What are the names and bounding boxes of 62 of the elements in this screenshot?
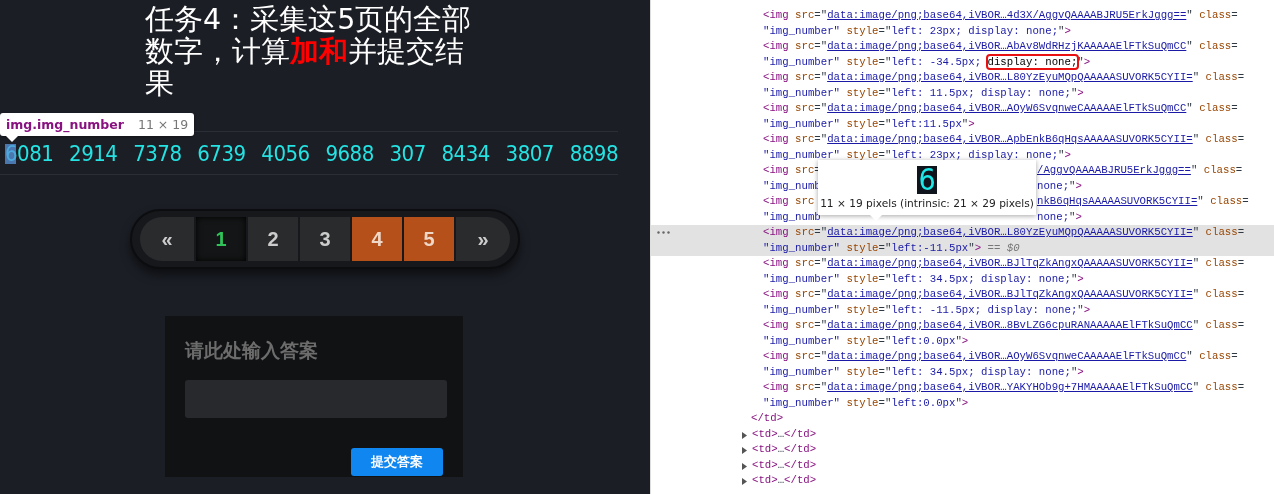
number-text: 7378 — [133, 140, 182, 166]
code-line: /AggvQAAAABJRU5ErkJggg==" class= — [1037, 163, 1243, 178]
code-line: <img src="data:image/png;base64,iVBOR…AOyW6SvqnweCAAAAAElFTkSuQmCC" class= — [763, 349, 1238, 364]
expand-triangle-icon[interactable] — [741, 462, 748, 470]
answer-title: 请此处输入答案 — [185, 338, 319, 363]
code-line: "img_number" style="left: -34.5px; display: none;"> — [763, 54, 1091, 70]
code-line: none;"> — [1037, 209, 1082, 225]
page-button[interactable]: 2 — [248, 217, 298, 261]
number-text: 4056 — [261, 140, 310, 166]
page-button[interactable]: 4 — [352, 217, 402, 261]
code-line: <img src="data:image/png;base64,iVBOR…YAKYHOb9g+7HMAAAAAElFTkSuQmCC" class= — [763, 380, 1245, 395]
number-text: 8898 — [569, 140, 618, 166]
page-button[interactable]: 5 — [404, 217, 454, 261]
expand-triangle-icon[interactable] — [741, 431, 748, 439]
code-line: "img_number" style="left: 23px; display: none;"> — [763, 23, 1071, 39]
code-line: <img src="data:image/png;base64,iVBOR…4d3X/AggvQAAAABJRU5ErkJggg==" class= — [763, 8, 1238, 23]
code-line: <td>…</td> — [752, 426, 817, 442]
code-line: <td>…</td> — [752, 457, 817, 473]
code-line: "img_number" style="left: 34.5px; display: none;"> — [763, 364, 1084, 380]
number-text: 2914 — [69, 140, 118, 166]
submit-button[interactable]: 提交答案 — [351, 448, 443, 476]
image-size-caption: 11 × 19 pixels (intrinsic: 21 × 29 pixels) — [820, 197, 1034, 209]
code-line: </td> — [751, 411, 784, 426]
code-line: "img_number" style="left: -11.5px; display: none;"> — [763, 302, 1091, 318]
more-icon[interactable] — [657, 231, 670, 234]
digit-preview: 6 — [917, 166, 937, 194]
number-text: 8434 — [441, 140, 490, 166]
code-line: none;"> — [1037, 178, 1082, 194]
page-button[interactable]: 1 — [196, 217, 246, 261]
next-page-button[interactable]: » — [456, 217, 510, 261]
code-line: "img_number" style="left:-11.5px"> == $0 — [763, 240, 1020, 256]
element-size: 11 × 19 — [137, 117, 189, 132]
number-text: 9688 — [325, 140, 374, 166]
code-line: <img src="data:image/png;base64,iVBOR…AOyW6SvqnweCAAAAAElFTkSuQmCC" class= — [763, 101, 1238, 116]
code-line: "img_number" style="left: 34.5px; display: none;"> — [763, 271, 1084, 287]
page-button[interactable]: 3 — [300, 217, 350, 261]
previous-page-button[interactable]: « — [140, 217, 194, 261]
code-line: "img_number" style="left:0.0px"> — [763, 395, 969, 411]
code-line: <img src="data:image/png;base64,iVBOR…BJlTqZkAngxQAAAAASUVORK5CYII=" class= — [763, 287, 1245, 302]
code-line: <img src — [763, 194, 816, 209]
code-line: "img_number" style="left:0.0px"> — [763, 333, 969, 349]
code-line: nkB6qHqsAAAAASUVORK5CYII=" class= — [1037, 194, 1249, 209]
expand-triangle-icon[interactable] — [741, 478, 748, 485]
code-line: "img_number" style="left: 11.5px; display: none;"> — [763, 85, 1084, 101]
code-line: "img_number" style="left:11.5px"> — [763, 116, 975, 132]
code-line: <td>…</td> — [752, 473, 817, 488]
code-line: <img src="data:image/png;base64,iVBOR…L80YzEyuMQpQAAAAASUVORK5CYII=" class= — [763, 70, 1245, 85]
code-line: <img src="data:image/png;base64,iVBOR…AbAv8WdRHzjKAAAAAElFTkSuQmCC" class= — [763, 39, 1238, 54]
code-line: <td>…</td> — [752, 442, 817, 457]
code-line: "img_numb — [763, 209, 819, 225]
answer-field[interactable] — [185, 380, 447, 418]
number-text: 6739 — [197, 140, 246, 166]
code-line: <img src="data:image/png;base64,iVBOR…BJlTqZkAngxQAAAAASUVORK5CYII=" class= — [763, 256, 1245, 271]
code-line: <img src="data:image/png;base64,iVBOR…L80YzEyuMQpQAAAAASUVORK5CYII=" class= — [763, 225, 1245, 240]
number-text: 3807 — [505, 140, 554, 166]
code-line: <img src="data:image/png;base64,iVBOR…8BvLZG6cpuRANAAAAAElFTkSuQmCC" class= — [763, 318, 1245, 333]
expand-triangle-icon[interactable] — [741, 447, 748, 454]
code-line: <img src="data:image/png;base64,iVBOR…ApbEnkB6qHqsAAAAASUVORK5CYII=" class= — [763, 132, 1245, 147]
code-line: "img_number" style="left: 23px; display: none;"> — [763, 147, 1071, 163]
number-text: 307 — [389, 140, 426, 166]
task-title: 任务4：采集这5页的全部数字，计算加和并提交结果 — [145, 4, 473, 102]
element-selector: img.img_number — [6, 117, 124, 132]
